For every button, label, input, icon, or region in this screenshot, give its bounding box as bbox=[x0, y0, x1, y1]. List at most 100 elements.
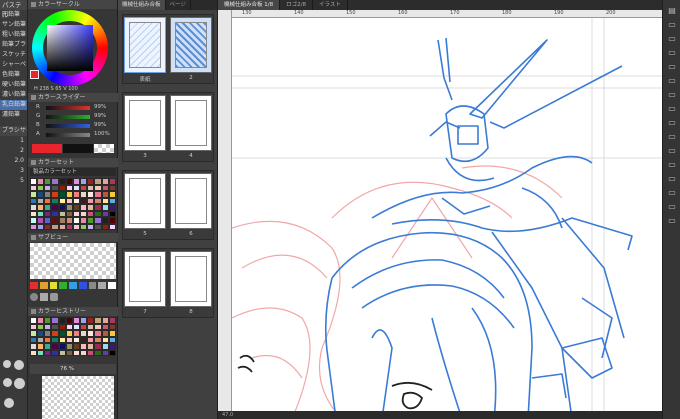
folder-icon[interactable]: ▭ bbox=[667, 188, 677, 198]
color-swatch[interactable] bbox=[98, 282, 107, 289]
page-thumbnail[interactable] bbox=[124, 251, 166, 307]
page-thumbnail[interactable] bbox=[170, 173, 212, 229]
page-thumbnail[interactable] bbox=[170, 95, 212, 151]
color-swatch[interactable] bbox=[80, 349, 88, 356]
color-swatch[interactable] bbox=[87, 349, 95, 356]
main-color-swatch[interactable] bbox=[32, 144, 62, 153]
zoom-level[interactable]: 47.0 bbox=[222, 412, 233, 418]
folder-icon[interactable]: ▭ bbox=[667, 174, 677, 184]
sub-tool-item[interactable]: 濃鉛筆 bbox=[0, 110, 27, 120]
color-swatch[interactable] bbox=[65, 223, 73, 230]
color-swatch[interactable] bbox=[37, 349, 45, 356]
sub-tool-item[interactable]: サン鉛筆 bbox=[0, 20, 27, 30]
brush-size-dot[interactable] bbox=[14, 360, 24, 370]
sub-tool-item[interactable]: 乳白鉛筆 bbox=[0, 100, 27, 110]
canvas-tab[interactable]: ロゴ2/8 bbox=[280, 0, 313, 10]
color-swatch[interactable] bbox=[78, 282, 87, 289]
slider-track[interactable] bbox=[46, 115, 90, 119]
sub-tool-item[interactable]: 硬い鉛筆 bbox=[0, 80, 27, 90]
color-set-grid[interactable] bbox=[30, 178, 116, 230]
folder-icon[interactable]: ▭ bbox=[667, 118, 677, 128]
color-history-grid[interactable] bbox=[30, 317, 116, 359]
folder-icon[interactable]: ▭ bbox=[667, 104, 677, 114]
color-slider-r[interactable]: R 99% bbox=[36, 104, 112, 112]
color-swatch[interactable] bbox=[30, 349, 38, 356]
color-swatch[interactable] bbox=[87, 223, 95, 230]
sub-view-canvas[interactable] bbox=[30, 243, 116, 279]
sub-tool-item[interactable]: 粗い鉛筆 bbox=[0, 30, 27, 40]
color-swatch[interactable] bbox=[59, 282, 68, 289]
page-thumbnail[interactable] bbox=[124, 95, 166, 151]
color-swatch[interactable] bbox=[30, 223, 38, 230]
saturation-value-square[interactable] bbox=[47, 25, 93, 71]
color-swatch[interactable] bbox=[108, 349, 116, 356]
color-swatch[interactable] bbox=[69, 282, 77, 289]
layer-preview[interactable] bbox=[42, 376, 114, 419]
slider-track[interactable] bbox=[46, 106, 90, 110]
brush-size-value[interactable]: 1 bbox=[0, 136, 27, 146]
color-swatch[interactable] bbox=[72, 349, 81, 356]
color-swatch[interactable] bbox=[101, 223, 109, 230]
brush-size-value[interactable]: 5 bbox=[0, 176, 27, 186]
color-swatch[interactable] bbox=[49, 282, 58, 289]
sub-tool-item[interactable]: 鉛筆ブラシ bbox=[0, 40, 27, 50]
color-swatch[interactable] bbox=[30, 282, 38, 289]
slider-track[interactable] bbox=[46, 133, 90, 137]
folder-icon[interactable]: ▭ bbox=[667, 216, 677, 226]
canvas-tab[interactable]: 機械仕組み合板 1/8 bbox=[218, 0, 281, 10]
color-swatch[interactable] bbox=[108, 282, 117, 289]
color-slider-b[interactable]: B 99% bbox=[36, 122, 112, 130]
brush-size-dot[interactable] bbox=[3, 360, 11, 368]
color-swatch[interactable] bbox=[58, 223, 66, 230]
brush-size-dot[interactable] bbox=[4, 398, 14, 408]
eyedropper-icon[interactable] bbox=[30, 293, 38, 301]
color-swatch[interactable] bbox=[94, 223, 102, 230]
color-swatch[interactable] bbox=[80, 223, 88, 230]
color-set-select[interactable]: 製品カラーセット bbox=[30, 168, 116, 176]
folder-icon[interactable]: ▭ bbox=[667, 160, 677, 170]
page-manager-tab[interactable]: ページ bbox=[166, 0, 191, 10]
color-swatch[interactable] bbox=[51, 223, 59, 230]
color-swatch[interactable] bbox=[94, 349, 102, 356]
color-swatch[interactable] bbox=[88, 282, 97, 289]
folder-icon[interactable]: ▭ bbox=[667, 76, 677, 86]
sub-tool-item[interactable]: 濃い鉛筆 bbox=[0, 90, 27, 100]
sub-tool-item[interactable]: スケッチ bbox=[0, 50, 27, 60]
brush-size-value[interactable]: 2.0 bbox=[0, 156, 27, 166]
color-swatch[interactable] bbox=[101, 349, 109, 356]
page-manager-tab[interactable]: 機械仕組み合板 bbox=[118, 0, 166, 10]
horizontal-ruler[interactable]: 130 140 150 160 170 180 190 200 bbox=[232, 10, 662, 18]
page-thumbnail[interactable] bbox=[170, 17, 212, 73]
folder-icon[interactable]: ▭ bbox=[667, 62, 677, 72]
color-swatch[interactable] bbox=[72, 223, 81, 230]
folder-icon[interactable]: ▭ bbox=[667, 34, 677, 44]
folder-icon[interactable]: ▭ bbox=[667, 146, 677, 156]
page-thumbnail[interactable] bbox=[124, 17, 166, 73]
brush-size-value[interactable]: 3 bbox=[0, 166, 27, 176]
canvas-tab[interactable]: イラスト bbox=[313, 0, 348, 10]
navigator-icon[interactable] bbox=[40, 293, 48, 301]
folder-icon[interactable]: ▭ bbox=[667, 132, 677, 142]
folder-icon[interactable]: ▭ bbox=[667, 90, 677, 100]
page-thumbnail[interactable] bbox=[170, 251, 212, 307]
sub-color-swatch[interactable] bbox=[63, 144, 93, 153]
color-swatch[interactable] bbox=[44, 223, 52, 230]
color-swatch[interactable] bbox=[51, 349, 59, 356]
color-swatch[interactable] bbox=[39, 282, 48, 289]
sub-tool-item[interactable]: シャーペン bbox=[0, 60, 27, 70]
brush-size-dot[interactable] bbox=[3, 378, 12, 387]
color-swatch[interactable] bbox=[65, 349, 73, 356]
zoom-icon[interactable] bbox=[50, 293, 58, 301]
color-slider-g[interactable]: G 99% bbox=[36, 113, 112, 121]
brush-size-value[interactable]: 2 bbox=[0, 146, 27, 156]
color-swatch[interactable] bbox=[108, 223, 116, 230]
slider-track[interactable] bbox=[46, 124, 90, 128]
color-swatch[interactable] bbox=[44, 349, 52, 356]
color-swatch[interactable] bbox=[37, 223, 45, 230]
vertical-ruler[interactable] bbox=[218, 10, 232, 419]
color-swatch[interactable] bbox=[58, 349, 66, 356]
sub-tool-item[interactable]: 色鉛筆 bbox=[0, 70, 27, 80]
brush-size-dot[interactable] bbox=[14, 378, 25, 389]
drawing-canvas[interactable] bbox=[232, 18, 662, 419]
sub-view-colors[interactable] bbox=[30, 282, 117, 290]
